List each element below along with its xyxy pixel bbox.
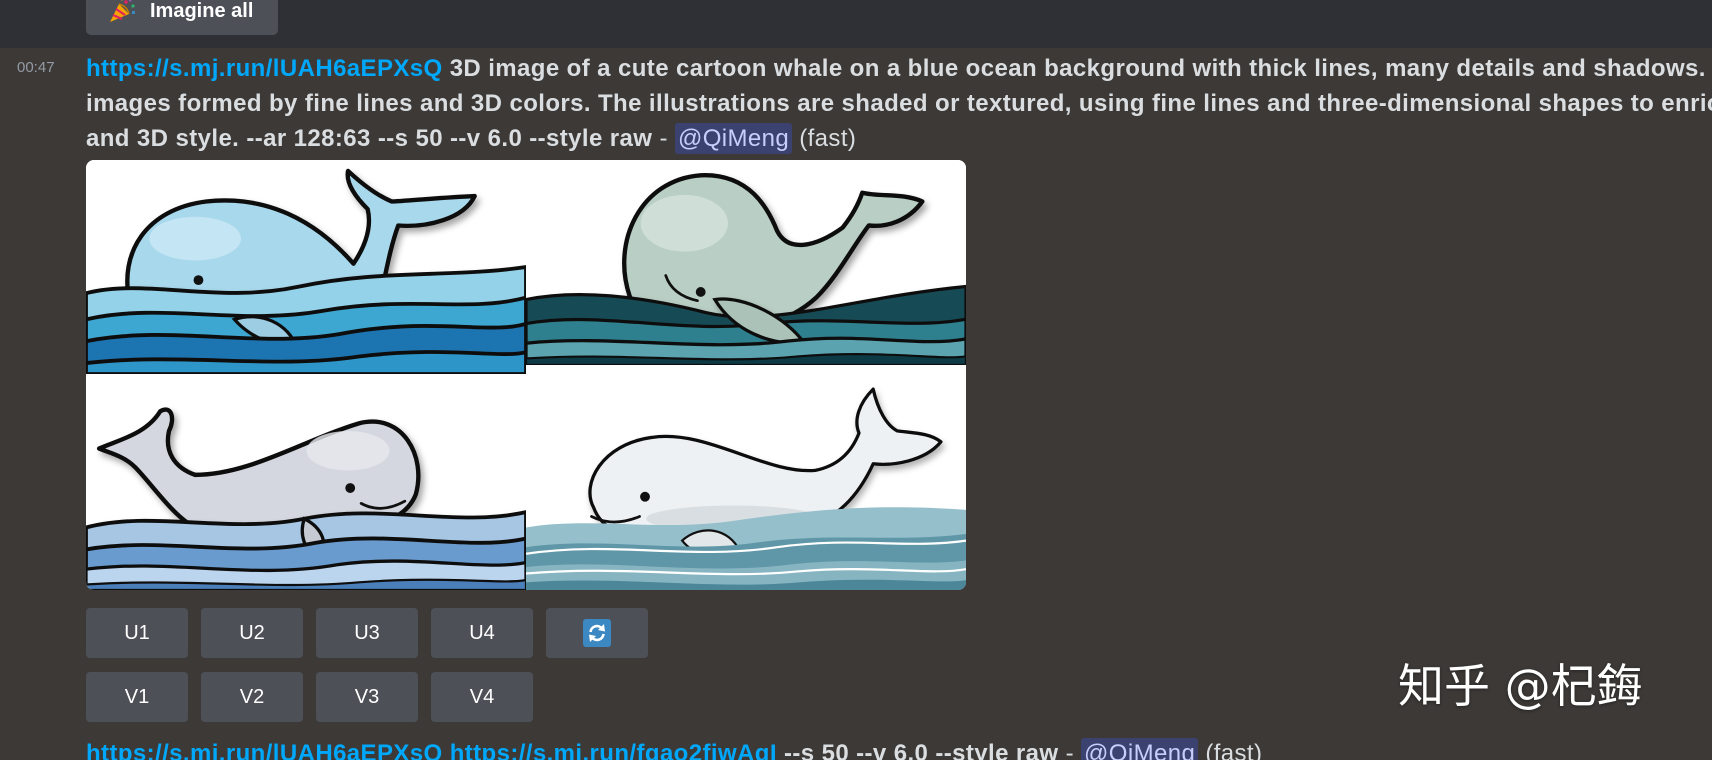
- whale-eye: [695, 287, 706, 297]
- variation-button-3[interactable]: V3: [316, 672, 418, 722]
- prompt-params: and 3D style. --ar 128:63 --s 50 --v 6.0…: [86, 125, 653, 152]
- variation-button-2[interactable]: V2: [201, 672, 303, 722]
- watermark: 知乎 @杞鋂: [1398, 659, 1643, 713]
- user-mention[interactable]: @QiMeng: [1081, 738, 1199, 760]
- prompt-image-link[interactable]: https://s.mj.run/lUAH6aEPXsQ: [86, 55, 443, 82]
- speed-label: (fast): [1205, 740, 1263, 760]
- whale-highlight: [306, 431, 390, 471]
- ocean-waves: [86, 510, 526, 590]
- whale-highlight: [149, 216, 242, 261]
- discord-channel: Imagine all 00:47 https://s.mj.run/lUAH6…: [0, 0, 1712, 760]
- prompt-image-link[interactable]: https://s.mj.run/lUAH6aEPXsQ: [86, 740, 443, 760]
- image-grid: [86, 160, 966, 590]
- whale-eye: [640, 491, 650, 502]
- variation-button-row: V1 V2 V3 V4: [86, 672, 533, 722]
- prompt-line-2: images formed by fine lines and 3D color…: [86, 86, 1712, 121]
- separator: -: [1065, 740, 1074, 760]
- imagine-all-button[interactable]: Imagine all: [86, 0, 278, 35]
- whale-eye: [193, 275, 204, 286]
- grid-image-3[interactable]: [86, 374, 526, 590]
- next-message-line: https://s.mj.run/lUAH6aEPXsQ https://s.m…: [86, 736, 1712, 760]
- prompt-text: 3D image of a cute cartoon whale on a bl…: [449, 55, 1712, 82]
- whale-highlight: [640, 194, 728, 252]
- refresh-icon: [583, 619, 611, 647]
- imagine-all-label: Imagine all: [150, 0, 254, 22]
- whale-eye: [345, 483, 356, 493]
- whale-illustration: [86, 374, 526, 590]
- reroll-button[interactable]: [546, 608, 648, 658]
- party-popper-icon: [108, 0, 138, 23]
- prompt-line-3: and 3D style. --ar 128:63 --s 50 --v 6.0…: [86, 121, 1712, 156]
- previous-message-area: Imagine all: [0, 0, 1712, 48]
- upscale-button-row: U1 U2 U3 U4: [86, 608, 648, 658]
- grid-image-2[interactable]: [526, 160, 966, 365]
- whale-illustration: [526, 365, 966, 590]
- grid-image-4[interactable]: [526, 365, 966, 590]
- separator: -: [659, 125, 668, 152]
- user-mention[interactable]: @QiMeng: [674, 123, 793, 154]
- upscale-button-2[interactable]: U2: [201, 608, 303, 658]
- upscale-button-4[interactable]: U4: [431, 608, 533, 658]
- upscale-button-3[interactable]: U3: [316, 608, 418, 658]
- whale-illustration: [526, 160, 966, 365]
- prompt-text: images formed by fine lines and 3D color…: [86, 90, 1712, 117]
- message-timestamp: 00:47: [17, 59, 55, 76]
- variation-button-1[interactable]: V1: [86, 672, 188, 722]
- upscale-button-1[interactable]: U1: [86, 608, 188, 658]
- variation-button-4[interactable]: V4: [431, 672, 533, 722]
- prompt-line-1: https://s.mj.run/lUAH6aEPXsQ 3D image of…: [86, 51, 1712, 86]
- prompt-params: --s 50 --v 6.0 --style raw: [783, 740, 1059, 760]
- grid-image-1[interactable]: [86, 160, 526, 374]
- message-content: https://s.mj.run/lUAH6aEPXsQ 3D image of…: [86, 51, 1712, 156]
- whale-illustration: [86, 160, 526, 374]
- speed-label: (fast): [799, 125, 857, 152]
- prompt-image-link[interactable]: https://s.mj.run/fgao2fiwAgI: [450, 740, 777, 760]
